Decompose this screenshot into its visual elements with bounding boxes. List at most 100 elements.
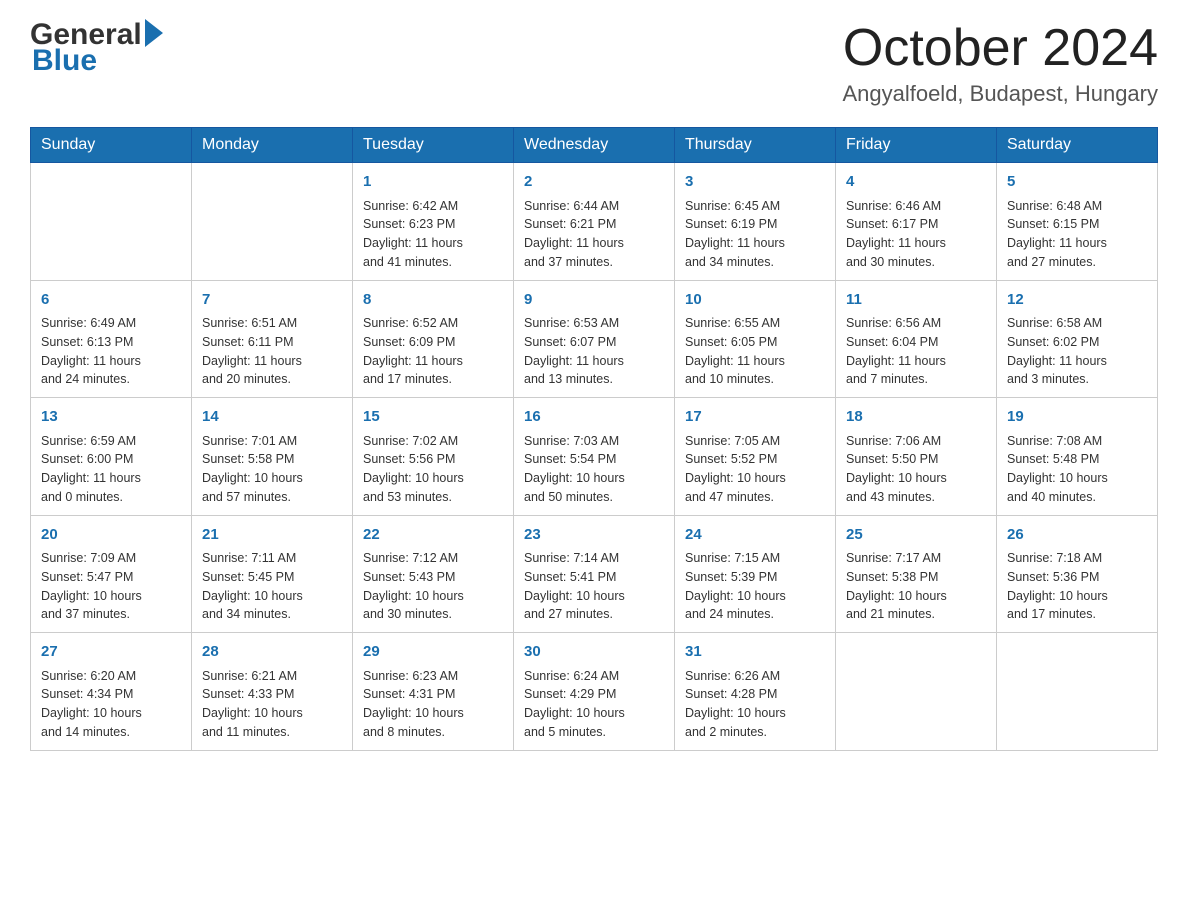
day-number: 14 — [202, 406, 342, 429]
day-info: Sunrise: 6:56 AM Sunset: 6:04 PM Dayligh… — [846, 314, 986, 389]
calendar-cell: 9Sunrise: 6:53 AM Sunset: 6:07 PM Daylig… — [514, 280, 675, 398]
calendar-table: SundayMondayTuesdayWednesdayThursdayFrid… — [30, 127, 1158, 751]
calendar-cell: 15 Sunrise: 7:02 AM Sunset: 5:56 PM Dayli… — [353, 398, 514, 516]
calendar-cell: 1 Sunrise: 6:42 AM Sunset: 6:23 PM Daylig… — [353, 163, 514, 281]
day-info: Sunrise: 6:53 AM Sunset: 6:07 PM Dayligh… — [524, 314, 664, 389]
calendar-cell: 22Sunrise: 7:12 AM Sunset: 5:43 PM Dayli… — [353, 515, 514, 633]
day-info: Sunrise: 6:45 AM Sunset: 6:19 PM Dayligh… — [685, 197, 825, 272]
calendar-cell: 18 Sunrise: 7:06 AM Sunset: 5:50 PM Dayli… — [836, 398, 997, 516]
day-number: 16 — [524, 406, 664, 429]
day-info: Sunrise: 7:15 AM Sunset: 5:39 PM Dayligh… — [685, 549, 825, 624]
day-number: 12 — [1007, 289, 1147, 312]
weekday-header-saturday: Saturday — [997, 128, 1158, 163]
day-number: 7 — [202, 289, 342, 312]
weekday-header-row: SundayMondayTuesdayWednesdayThursdayFrid… — [31, 128, 1158, 163]
logo: General Blue — [30, 20, 163, 76]
calendar-week-row: 27 Sunrise: 6:20 AM Sunset: 4:34 PM Dayli… — [31, 633, 1158, 751]
calendar-cell: 12Sunrise: 6:58 AM Sunset: 6:02 PM Dayli… — [997, 280, 1158, 398]
day-info: Sunrise: 7:14 AM Sunset: 5:41 PM Dayligh… — [524, 549, 664, 624]
day-number: 27 — [41, 641, 181, 664]
calendar-cell: 29Sunrise: 6:23 AM Sunset: 4:31 PM Dayli… — [353, 633, 514, 751]
page-header: General Blue October 2024 Angyalfoeld, B… — [30, 20, 1158, 107]
day-number: 5 — [1007, 171, 1147, 194]
calendar-cell: 16 Sunrise: 7:03 AM Sunset: 5:54 PM Dayli… — [514, 398, 675, 516]
calendar-cell: 14 Sunrise: 7:01 AM Sunset: 5:58 PM Dayli… — [192, 398, 353, 516]
calendar-cell: 10Sunrise: 6:55 AM Sunset: 6:05 PM Dayli… — [675, 280, 836, 398]
day-info: Sunrise: 7:03 AM Sunset: 5:54 PM Dayligh… — [524, 432, 664, 507]
day-info: Sunrise: 7:12 AM Sunset: 5:43 PM Dayligh… — [363, 549, 503, 624]
day-info: Sunrise: 6:42 AM Sunset: 6:23 PM Dayligh… — [363, 197, 503, 272]
day-number: 26 — [1007, 524, 1147, 547]
day-info: Sunrise: 6:52 AM Sunset: 6:09 PM Dayligh… — [363, 314, 503, 389]
day-info: Sunrise: 6:44 AM Sunset: 6:21 PM Dayligh… — [524, 197, 664, 272]
day-number: 11 — [846, 289, 986, 312]
day-number: 20 — [41, 524, 181, 547]
day-number: 18 — [846, 406, 986, 429]
day-number: 28 — [202, 641, 342, 664]
calendar-week-row: 13Sunrise: 6:59 AM Sunset: 6:00 PM Dayli… — [31, 398, 1158, 516]
day-number: 4 — [846, 171, 986, 194]
day-info: Sunrise: 7:09 AM Sunset: 5:47 PM Dayligh… — [41, 549, 181, 624]
calendar-cell: 11Sunrise: 6:56 AM Sunset: 6:04 PM Dayli… — [836, 280, 997, 398]
day-info: Sunrise: 6:26 AM Sunset: 4:28 PM Dayligh… — [685, 667, 825, 742]
title-area: October 2024 Angyalfoeld, Budapest, Hung… — [842, 20, 1158, 107]
calendar-cell: 31Sunrise: 6:26 AM Sunset: 4:28 PM Dayli… — [675, 633, 836, 751]
day-info: Sunrise: 6:58 AM Sunset: 6:02 PM Dayligh… — [1007, 314, 1147, 389]
day-number: 25 — [846, 524, 986, 547]
weekday-header-friday: Friday — [836, 128, 997, 163]
calendar-cell — [836, 633, 997, 751]
day-info: Sunrise: 7:02 AM Sunset: 5:56 PM Dayligh… — [363, 432, 503, 507]
calendar-week-row: 20Sunrise: 7:09 AM Sunset: 5:47 PM Dayli… — [31, 515, 1158, 633]
logo-arrow-icon — [145, 19, 163, 47]
calendar-cell — [31, 163, 192, 281]
day-info: Sunrise: 7:05 AM Sunset: 5:52 PM Dayligh… — [685, 432, 825, 507]
day-info: Sunrise: 6:49 AM Sunset: 6:13 PM Dayligh… — [41, 314, 181, 389]
calendar-cell: 23Sunrise: 7:14 AM Sunset: 5:41 PM Dayli… — [514, 515, 675, 633]
month-title: October 2024 — [842, 20, 1158, 77]
day-info: Sunrise: 7:17 AM Sunset: 5:38 PM Dayligh… — [846, 549, 986, 624]
day-number: 21 — [202, 524, 342, 547]
day-number: 17 — [685, 406, 825, 429]
day-info: Sunrise: 6:46 AM Sunset: 6:17 PM Dayligh… — [846, 197, 986, 272]
day-number: 22 — [363, 524, 503, 547]
calendar-cell: 2 Sunrise: 6:44 AM Sunset: 6:21 PM Daylig… — [514, 163, 675, 281]
calendar-cell: 20Sunrise: 7:09 AM Sunset: 5:47 PM Dayli… — [31, 515, 192, 633]
day-number: 9 — [524, 289, 664, 312]
calendar-cell: 19Sunrise: 7:08 AM Sunset: 5:48 PM Dayli… — [997, 398, 1158, 516]
calendar-cell: 8Sunrise: 6:52 AM Sunset: 6:09 PM Daylig… — [353, 280, 514, 398]
calendar-cell: 3 Sunrise: 6:45 AM Sunset: 6:19 PM Daylig… — [675, 163, 836, 281]
calendar-cell: 7Sunrise: 6:51 AM Sunset: 6:11 PM Daylig… — [192, 280, 353, 398]
calendar-cell: 21Sunrise: 7:11 AM Sunset: 5:45 PM Dayli… — [192, 515, 353, 633]
weekday-header-wednesday: Wednesday — [514, 128, 675, 163]
day-info: Sunrise: 7:01 AM Sunset: 5:58 PM Dayligh… — [202, 432, 342, 507]
calendar-cell: 17 Sunrise: 7:05 AM Sunset: 5:52 PM Dayli… — [675, 398, 836, 516]
calendar-cell: 27 Sunrise: 6:20 AM Sunset: 4:34 PM Dayli… — [31, 633, 192, 751]
day-number: 1 — [363, 171, 503, 194]
day-info: Sunrise: 6:55 AM Sunset: 6:05 PM Dayligh… — [685, 314, 825, 389]
day-number: 15 — [363, 406, 503, 429]
calendar-cell — [192, 163, 353, 281]
calendar-cell: 28Sunrise: 6:21 AM Sunset: 4:33 PM Dayli… — [192, 633, 353, 751]
day-info: Sunrise: 6:20 AM Sunset: 4:34 PM Dayligh… — [41, 667, 181, 742]
day-number: 2 — [524, 171, 664, 194]
weekday-header-thursday: Thursday — [675, 128, 836, 163]
weekday-header-tuesday: Tuesday — [353, 128, 514, 163]
day-info: Sunrise: 6:24 AM Sunset: 4:29 PM Dayligh… — [524, 667, 664, 742]
calendar-cell: 26Sunrise: 7:18 AM Sunset: 5:36 PM Dayli… — [997, 515, 1158, 633]
day-info: Sunrise: 7:11 AM Sunset: 5:45 PM Dayligh… — [202, 549, 342, 624]
calendar-cell — [997, 633, 1158, 751]
calendar-cell: 4 Sunrise: 6:46 AM Sunset: 6:17 PM Daylig… — [836, 163, 997, 281]
calendar-cell: 30 Sunrise: 6:24 AM Sunset: 4:29 PM Dayli… — [514, 633, 675, 751]
day-number: 30 — [524, 641, 664, 664]
day-number: 24 — [685, 524, 825, 547]
weekday-header-monday: Monday — [192, 128, 353, 163]
day-number: 19 — [1007, 406, 1147, 429]
day-number: 3 — [685, 171, 825, 194]
weekday-header-sunday: Sunday — [31, 128, 192, 163]
day-number: 13 — [41, 406, 181, 429]
calendar-cell: 6Sunrise: 6:49 AM Sunset: 6:13 PM Daylig… — [31, 280, 192, 398]
calendar-week-row: 6Sunrise: 6:49 AM Sunset: 6:13 PM Daylig… — [31, 280, 1158, 398]
day-info: Sunrise: 7:06 AM Sunset: 5:50 PM Dayligh… — [846, 432, 986, 507]
day-number: 23 — [524, 524, 664, 547]
day-number: 29 — [363, 641, 503, 664]
